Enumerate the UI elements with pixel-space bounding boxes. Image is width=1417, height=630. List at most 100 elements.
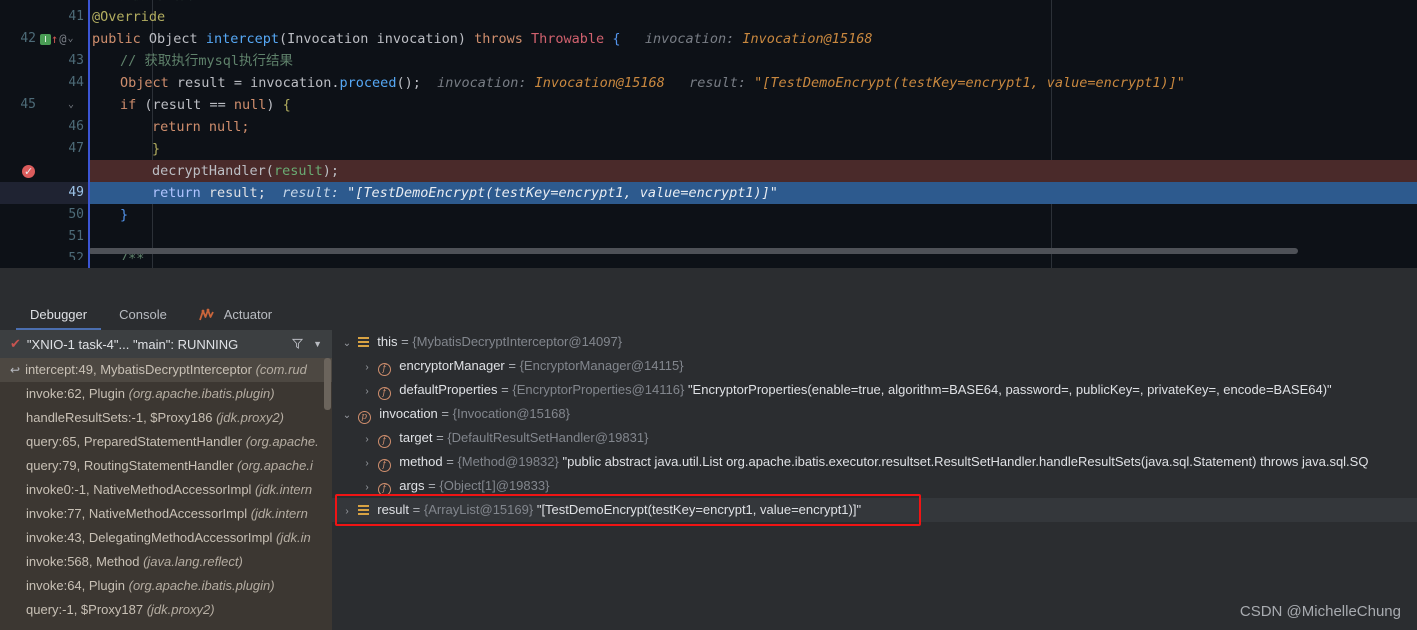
line-number-45: 45 [20,97,36,112]
chevron-down-icon-45[interactable]: ⌄ [68,94,74,116]
call-decryptHandler: decryptHandler [152,163,266,179]
var-value-method: "public abstract java.util.List org.apac… [562,454,1369,469]
kw-public: public [92,31,141,47]
type-object: Object [148,31,198,47]
thread-selector[interactable]: ✔ "XNIO-1 task-4"... "main": RUNNING ▼ [0,330,332,358]
kw-throws: throws [474,31,523,47]
list-badge-icon [357,336,369,347]
frame-row-8[interactable]: invoke:568, Method (java.lang.reflect) [0,550,332,574]
frame-row-9[interactable]: invoke:64, Plugin (org.apache.ibatis.plu… [0,574,332,598]
code-line-51: 51 [0,226,1417,248]
frame-pkg-9: (org.apache.ibatis.plugin) [128,578,275,593]
thread-selector-label: "XNIO-1 task-4"... "main": RUNNING [26,336,239,352]
tab-console[interactable]: Console [103,300,183,330]
line-number-49: 49 [68,185,84,200]
frame-pkg-4: (org.apache.i [237,458,313,473]
annotation-icon[interactable]: @ [59,28,66,50]
frame-method-9: invoke:64, Plugin [26,578,129,593]
tab-console-label: Console [119,307,167,322]
paren-close-48: ); [322,163,339,179]
debug-tool-window: Debugger Console Actuator ✔ "XNIO-1 task… [0,268,1417,630]
line-number-47: 47 [68,141,84,156]
frame-row-4[interactable]: query:79, RoutingStatementHandler (org.a… [0,454,332,478]
frame-row-3[interactable]: query:65, PreparedStatementHandler (org.… [0,430,332,454]
var-name-method: method [399,454,443,469]
field-badge-icon: f [377,363,391,376]
twisty-expanded-icon[interactable]: ⌄ [340,332,354,356]
thread-dropdown-icon[interactable]: ▼ [313,339,322,349]
frame-method-0: intercept:49, MybatisDecryptInterceptor [25,362,256,377]
paren-open-45: ( [144,97,153,113]
var-eq-0: = [397,334,413,349]
inline-hint-label-49: result: [282,185,339,201]
var-row-defaultProperties[interactable]: › f defaultProperties = {EncryptorProper… [332,378,1417,402]
var-row-result[interactable]: › result = {ArrayList@15169} "[TestDemoE… [332,494,1417,526]
twisty-expanded-icon-2[interactable]: ⌄ [340,404,354,428]
frame-method-1: invoke:62, Plugin [26,386,129,401]
line-number-52: 52 [68,251,84,260]
frame-row-6[interactable]: invoke:77, NativeMethodAccessorImpl (jdk… [0,502,332,526]
override-icon[interactable]: I [40,33,51,45]
chevron-down-icon[interactable]: ⌄ [67,28,73,50]
frame-row-1[interactable]: invoke:62, Plugin (org.apache.ibatis.plu… [0,382,332,406]
var-row-invocation[interactable]: ⌄ p invocation = {Invocation@15168} [332,402,1417,426]
ide-window: // 获取执行结果 41 @Override 42 I↑ @ ⌄ public … [0,0,1417,630]
frame-row-7[interactable]: invoke:43, DelegatingMethodAccessorImpl … [0,526,332,550]
var-eq-4: = [432,430,448,445]
frame-row-2[interactable]: handleResultSets:-1, $Proxy186 (jdk.prox… [0,406,332,430]
field-badge-icon-4: f [377,459,391,472]
funnel-icon[interactable] [291,337,304,352]
var-row-method[interactable]: › f method = {Method@19832} "public abst… [332,450,1417,474]
code-line-48: decryptHandler(result); [0,160,1417,183]
frames-panel: ✔ "XNIO-1 task-4"... "main": RUNNING ▼ ↩… [0,330,332,630]
inline-hint-value-49: "[TestDemoEncrypt(testKey=encrypt1, valu… [347,185,778,201]
gutter-icons-42[interactable]: I ↑ @ ⌄ [40,28,88,50]
arg-result-48: result [273,163,323,179]
line-number-50: 50 [68,207,84,222]
tab-debugger[interactable]: Debugger [14,300,103,330]
twisty-collapsed-icon[interactable]: › [360,356,374,380]
code-line-46: 46 return null; [0,116,1417,138]
frame-pkg-8: (java.lang.reflect) [143,554,243,569]
var-name-args: args [399,478,425,493]
twisty-collapsed-icon-6[interactable]: › [340,500,354,524]
frame-row-5[interactable]: invoke0:-1, NativeMethodAccessorImpl (jd… [0,478,332,502]
code-editor[interactable]: // 获取执行结果 41 @Override 42 I↑ @ ⌄ public … [0,0,1417,268]
var-row-args[interactable]: › f args = {Object[1]@19833} [332,474,1417,498]
code-comment-43: // 获取执行mysql执行结果 [120,53,294,69]
twisty-collapsed-icon-5[interactable]: › [360,476,374,500]
twisty-collapsed-icon-2[interactable]: › [360,380,374,404]
frame-row-10[interactable]: query:-1, $Proxy187 (jdk.proxy2) [0,598,332,622]
variables-panel[interactable]: ⌄ this = {MybatisDecryptInterceptor@1409… [332,330,1417,630]
var-row-target[interactable]: › f target = {DefaultResultSetHandler@19… [332,426,1417,450]
frame-pkg-1: (org.apache.ibatis.plugin) [128,386,275,401]
inline-hint-label-44a: invocation: [437,75,527,91]
breakpoint-verified-icon[interactable] [22,161,35,183]
field-badge-icon-5: f [377,483,391,496]
code-line-49: 49 return result; result: "[TestDemoEncr… [0,182,1417,204]
var-result-44: result [176,75,226,91]
var-row-this[interactable]: ⌄ this = {MybatisDecryptInterceptor@1409… [332,330,1417,354]
frame-method-3: query:65, PreparedStatementHandler [26,434,246,449]
var-ref-this: {MybatisDecryptInterceptor@14097} [412,334,623,349]
frames-scrollbar[interactable] [324,358,331,630]
var-name-target: target [399,430,433,445]
frames-list[interactable]: ↩ intercept:49, MybatisDecryptInterceptor… [0,358,332,630]
frame-method-7: invoke:43, DelegatingMethodAccessorImpl [26,530,277,545]
twisty-collapsed-icon-4[interactable]: › [360,452,374,476]
tab-actuator[interactable]: Actuator [183,300,288,330]
frames-scroll-thumb[interactable] [324,358,331,410]
var-ref-method: {Method@19832} [457,454,559,469]
var-name-this: this [377,334,398,349]
watermark: CSDN @MichelleChung [1239,603,1401,620]
inline-hint-value-44a: Invocation@15168 [534,75,665,91]
var-ref-args: {Object[1]@19833} [439,478,550,493]
var-row-encryptorManager[interactable]: › f encryptorManager = {EncryptorManager… [332,354,1417,378]
frame-row-0[interactable]: ↩ intercept:49, MybatisDecryptInterceptor… [0,358,332,382]
editor-horizontal-scrollbar[interactable] [88,248,1417,254]
list-badge-icon-2 [357,504,369,515]
var-eq-1: = [504,358,520,373]
op-eq-44: = [233,75,242,91]
editor-scroll-thumb[interactable] [88,248,1298,254]
twisty-collapsed-icon-3[interactable]: › [360,428,374,452]
